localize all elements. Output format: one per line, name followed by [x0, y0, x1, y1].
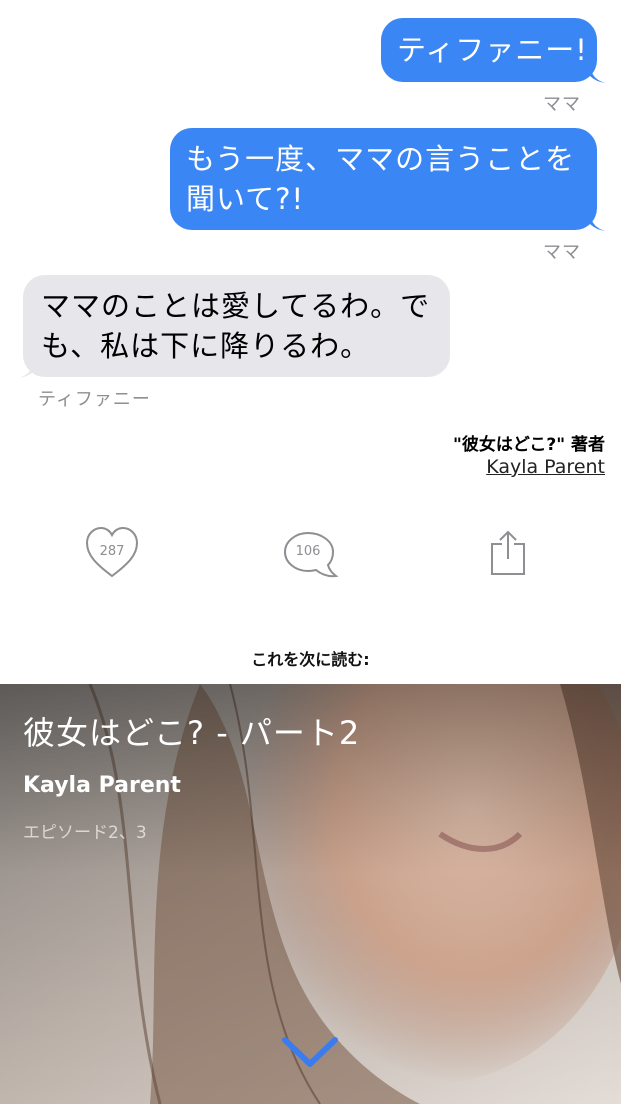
message-text-line: も、私は下に降りるわ。 — [41, 329, 371, 363]
like-button[interactable]: 287 — [84, 524, 140, 580]
message-text-line: 聞いて?! — [186, 182, 305, 216]
message-text: ティファニー! — [397, 33, 588, 67]
story-credit-title: "彼女はどこ?" 著者 — [453, 435, 605, 455]
next-story-author: Kayla Parent — [23, 773, 181, 798]
message-bubble-incoming: ママのことは愛してるわ。で も、私は下に降りるわ。 — [23, 275, 450, 377]
next-story-episodes: エピソード2、3 — [23, 823, 147, 843]
read-next-heading: これを次に読む: — [251, 650, 370, 669]
share-icon — [491, 530, 525, 575]
share-button[interactable] — [488, 530, 528, 576]
message-sender: ママ — [543, 242, 581, 263]
message-sender: ママ — [543, 94, 581, 115]
message-sender: ティファニー — [38, 389, 151, 410]
comment-button[interactable]: 106 — [283, 530, 339, 580]
message-bubble-outgoing: ティファニー! — [381, 18, 597, 82]
bubble-tail — [590, 66, 606, 83]
message-bubble-outgoing: もう一度、ママの言うことを 聞いて?! — [170, 128, 597, 230]
bubble-tail — [590, 214, 606, 231]
chevron-down-icon[interactable] — [280, 1034, 340, 1070]
next-story-title: 彼女はどこ? - パート2 — [23, 714, 361, 752]
message-text-line: ママのことは愛してるわ。で — [41, 289, 431, 323]
message-text-line: もう一度、ママの言うことを — [186, 142, 576, 176]
comment-count: 106 — [295, 544, 321, 559]
bubble-tail — [18, 361, 34, 378]
author-link[interactable]: Kayla Parent — [486, 456, 605, 478]
like-count: 287 — [99, 544, 125, 559]
